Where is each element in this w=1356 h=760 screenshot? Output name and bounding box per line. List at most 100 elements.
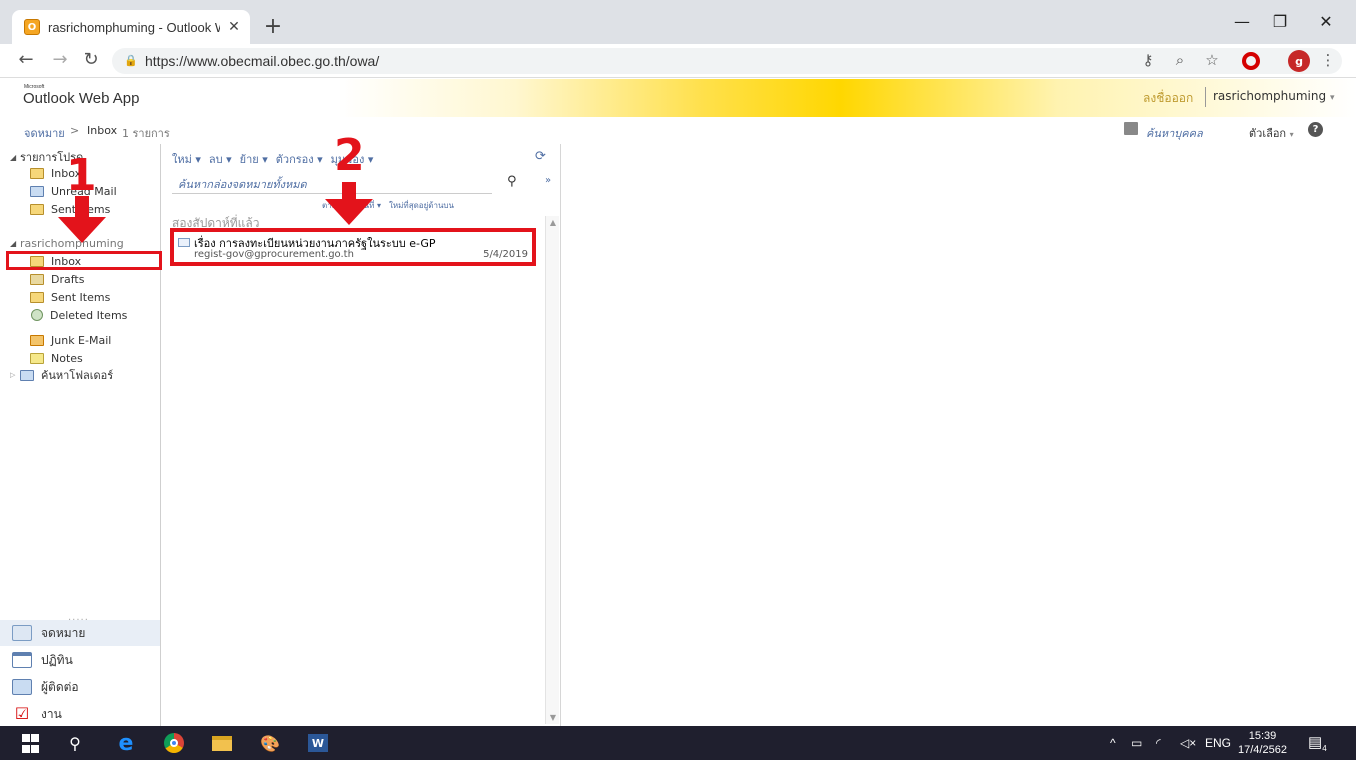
expand-search-icon[interactable]: » (545, 175, 551, 186)
sidebar-item-sent[interactable]: Sent Items (30, 288, 110, 306)
windows-taskbar: ⚲ e 🎨 W ^ ▭ ◜ ◁× ENG 15:39 17/4/2562 ▤4 (0, 726, 1356, 760)
nav-label: ปฏิทิน (41, 652, 73, 667)
nav-mail-button[interactable]: จดหมาย (0, 620, 160, 646)
owa-logo: Outlook Web App (23, 90, 140, 107)
address-bar[interactable]: 🔒 https://www.obecmail.obec.go.th/owa/ ⚷… (112, 48, 1342, 74)
start-windows-icon[interactable] (18, 732, 40, 754)
refresh-icon[interactable]: ⟳ (535, 149, 546, 164)
help-icon[interactable]: ? (1308, 122, 1323, 137)
folder-icon (30, 167, 44, 179)
owa-header: Microsoft Outlook Web App ลงชื่อออก rasr… (0, 79, 1356, 117)
user-name: rasrichomphuming (1213, 89, 1327, 103)
nav-tasks-button[interactable]: ☑ งาน (0, 701, 160, 727)
restore-icon[interactable]: ❐ (1268, 12, 1292, 31)
favorites-item-sent[interactable]: Sent Items (30, 200, 110, 218)
reload-icon[interactable]: ↻ (79, 49, 103, 70)
bookmark-star-icon[interactable]: ☆ (1202, 51, 1222, 69)
action-center-icon[interactable]: ▤4 (1308, 733, 1327, 753)
mail-envelope-icon (12, 625, 32, 641)
annotation-arrow-1-icon (58, 217, 106, 243)
contacts-card-icon (12, 679, 32, 695)
scroll-up-icon[interactable]: ▲ (546, 218, 560, 227)
edge-icon[interactable]: e (114, 731, 138, 756)
list-scrollbar[interactable]: ▲ ▼ (545, 216, 559, 724)
filter-button[interactable]: ตัวกรอง ▾ (276, 150, 323, 168)
calendar-icon (12, 652, 32, 668)
user-menu[interactable]: rasrichomphuming ▾ (1213, 89, 1334, 103)
notes-icon (30, 352, 44, 364)
menu-kebab-icon[interactable]: ⋮ (1318, 51, 1338, 69)
sign-out-link[interactable]: ลงชื่อออก (1143, 89, 1193, 108)
volume-muted-icon[interactable]: ◁× (1180, 736, 1196, 750)
sidebar-item-junk[interactable]: Junk E-Mail (30, 331, 111, 349)
nav-label: จดหมาย (41, 625, 86, 640)
annotation-number-2: 2 (334, 130, 365, 181)
annotation-number-1: 1 (66, 150, 97, 201)
tasks-check-icon: ☑ (14, 704, 30, 723)
sort-order-dropdown[interactable]: ใหม่ที่สุดอยู่ด้านบน (389, 199, 454, 212)
scroll-down-icon[interactable]: ▼ (546, 713, 560, 722)
battery-icon[interactable]: ▭ (1131, 736, 1142, 750)
browser-tab[interactable]: O rasrichomphuming - Outlook We ✕ (12, 10, 250, 44)
search-folder-icon (30, 185, 44, 197)
sidebar-item-drafts[interactable]: Drafts (30, 270, 84, 288)
back-icon[interactable]: ← (14, 49, 38, 70)
delete-button[interactable]: ลบ ▾ (209, 150, 232, 168)
annotation-box-inbox (6, 251, 162, 270)
folder-label: ค้นหาโฟลเดอร์ (41, 369, 114, 382)
breadcrumb-separator-icon: > (70, 124, 80, 137)
minimize-icon[interactable]: — (1230, 12, 1254, 31)
sidebar-item-deleted[interactable]: Deleted Items (31, 306, 127, 324)
folder-label: Sent Items (51, 290, 111, 304)
message-list-pane: ใหม่ ▾ ลบ ▾ ย้าย ▾ ตัวกรอง ▾ มุมมอง ▾ ⟳ … (162, 144, 561, 726)
clock[interactable]: 15:39 17/4/2562 (1238, 729, 1287, 757)
folder-label: Deleted Items (50, 308, 128, 322)
paint-icon[interactable]: 🎨 (258, 732, 282, 754)
deleted-icon (31, 309, 43, 321)
browser-tabstrip: O rasrichomphuming - Outlook We ✕ + — ❐ … (0, 0, 1356, 44)
sidebar-item-search-folders[interactable]: ▷ ค้นหาโฟลเดอร์ (0, 366, 113, 384)
language-indicator[interactable]: ENG (1205, 736, 1231, 750)
word-icon[interactable]: W (306, 732, 330, 754)
sidebar-item-notes[interactable]: Notes (30, 349, 83, 367)
breadcrumb-mail[interactable]: จดหมาย (24, 124, 65, 142)
find-someone-link[interactable]: ค้นหาบุคคล (1146, 124, 1203, 142)
tray-chevron-icon[interactable]: ^ (1110, 736, 1116, 750)
notification-count: 4 (1322, 744, 1327, 753)
folder-label: Notes (51, 351, 83, 365)
file-explorer-icon[interactable] (210, 732, 234, 754)
key-icon[interactable]: ⚷ (1138, 51, 1158, 69)
collapse-triangle-icon[interactable]: ◢ (10, 153, 20, 162)
clock-time: 15:39 (1248, 730, 1277, 742)
annotation-arrow-2-shaft (342, 182, 356, 200)
opera-icon[interactable] (1242, 52, 1260, 70)
junk-icon (30, 334, 44, 346)
lock-icon: 🔒 (124, 54, 138, 67)
search-icon[interactable]: ⚲ (64, 732, 86, 754)
move-button[interactable]: ย้าย ▾ (240, 150, 268, 168)
nav-label: ผู้ติดต่อ (41, 679, 79, 694)
chrome-icon[interactable] (162, 732, 186, 754)
zoom-icon[interactable]: ⌕ (1170, 51, 1190, 69)
message-row[interactable]: เรื่อง การลงทะเบียนหน่วยงานภาครัฐในระบบ … (170, 228, 536, 266)
chevron-down-icon: ▾ (1329, 93, 1335, 103)
item-count: 1 รายการ (122, 127, 170, 140)
close-window-icon[interactable]: ✕ (1314, 12, 1338, 31)
expand-triangle-icon[interactable]: ▷ (10, 371, 20, 379)
options-label: ตัวเลือก (1249, 127, 1287, 140)
collapse-triangle-icon[interactable]: ◢ (10, 239, 20, 248)
search-icon[interactable]: ⚲ (507, 174, 517, 189)
nav-calendar-button[interactable]: ปฏิทิน (0, 647, 160, 673)
wifi-icon[interactable]: ◜ (1156, 736, 1161, 750)
new-button[interactable]: ใหม่ ▾ (172, 150, 201, 168)
nav-contacts-button[interactable]: ผู้ติดต่อ (0, 674, 160, 700)
new-tab-button[interactable]: + (262, 14, 284, 39)
outlook-favicon-icon: O (24, 19, 40, 35)
tab-close-icon[interactable]: ✕ (226, 19, 242, 35)
tab-title: rasrichomphuming - Outlook We (48, 19, 220, 35)
message-date: 5/4/2019 (483, 249, 528, 260)
address-book-icon[interactable] (1124, 122, 1138, 135)
forward-icon[interactable]: → (48, 49, 72, 70)
options-menu[interactable]: ตัวเลือก ▾ (1249, 124, 1294, 142)
profile-avatar[interactable]: g (1288, 50, 1310, 72)
